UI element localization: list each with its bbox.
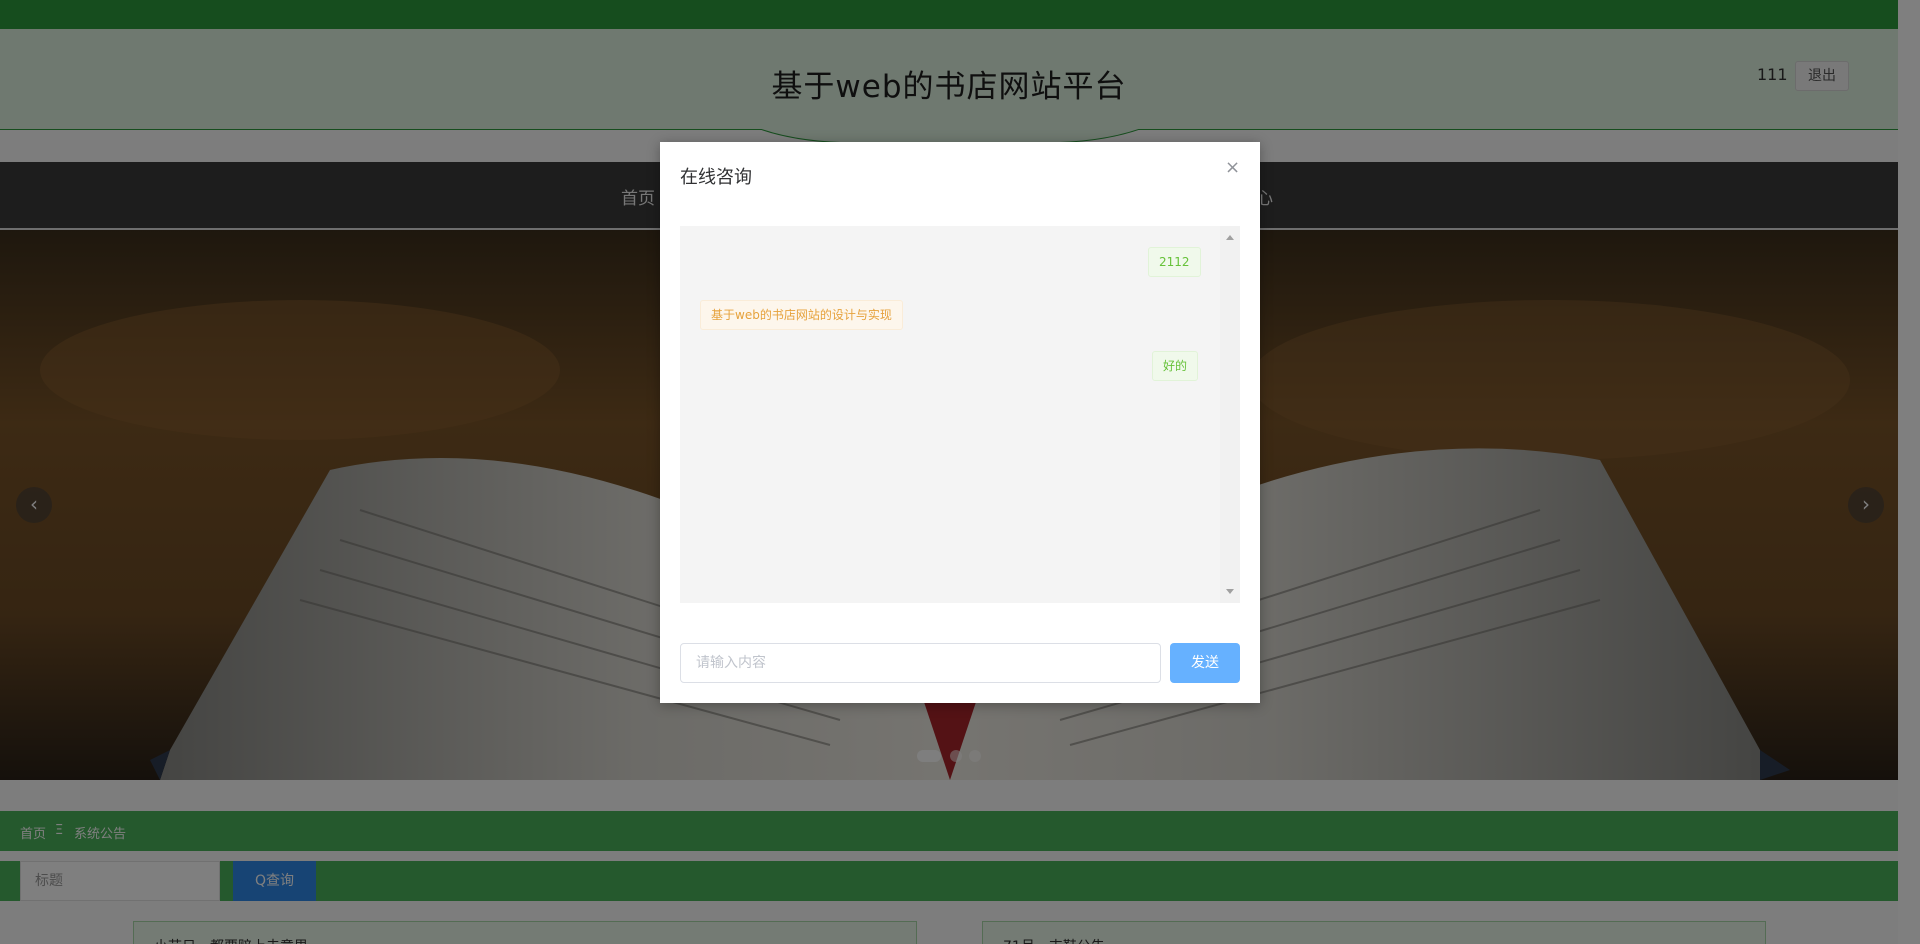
chat-message-admin: 基于web的书店网站的设计与实现 (700, 300, 903, 330)
scroll-up-icon[interactable] (1226, 235, 1234, 240)
close-icon[interactable]: × (1225, 157, 1240, 178)
chat-message-user: 好的 (1152, 351, 1199, 381)
chat-input[interactable]: 请输入内容 (680, 643, 1161, 683)
chat-message-user: 2112 (1148, 247, 1201, 277)
chat-messages: 2112 基于web的书店网站的设计与实现 好的 (680, 226, 1240, 603)
online-consult-dialog: 在线咨询 × 2112 基于web的书店网站的设计与实现 好的 请输入内容 发送 (660, 142, 1260, 703)
dialog-title: 在线咨询 (680, 167, 752, 188)
send-button[interactable]: 发送 (1170, 643, 1240, 683)
scroll-down-icon[interactable] (1226, 589, 1234, 594)
chat-scrollbar[interactable] (1220, 226, 1240, 603)
